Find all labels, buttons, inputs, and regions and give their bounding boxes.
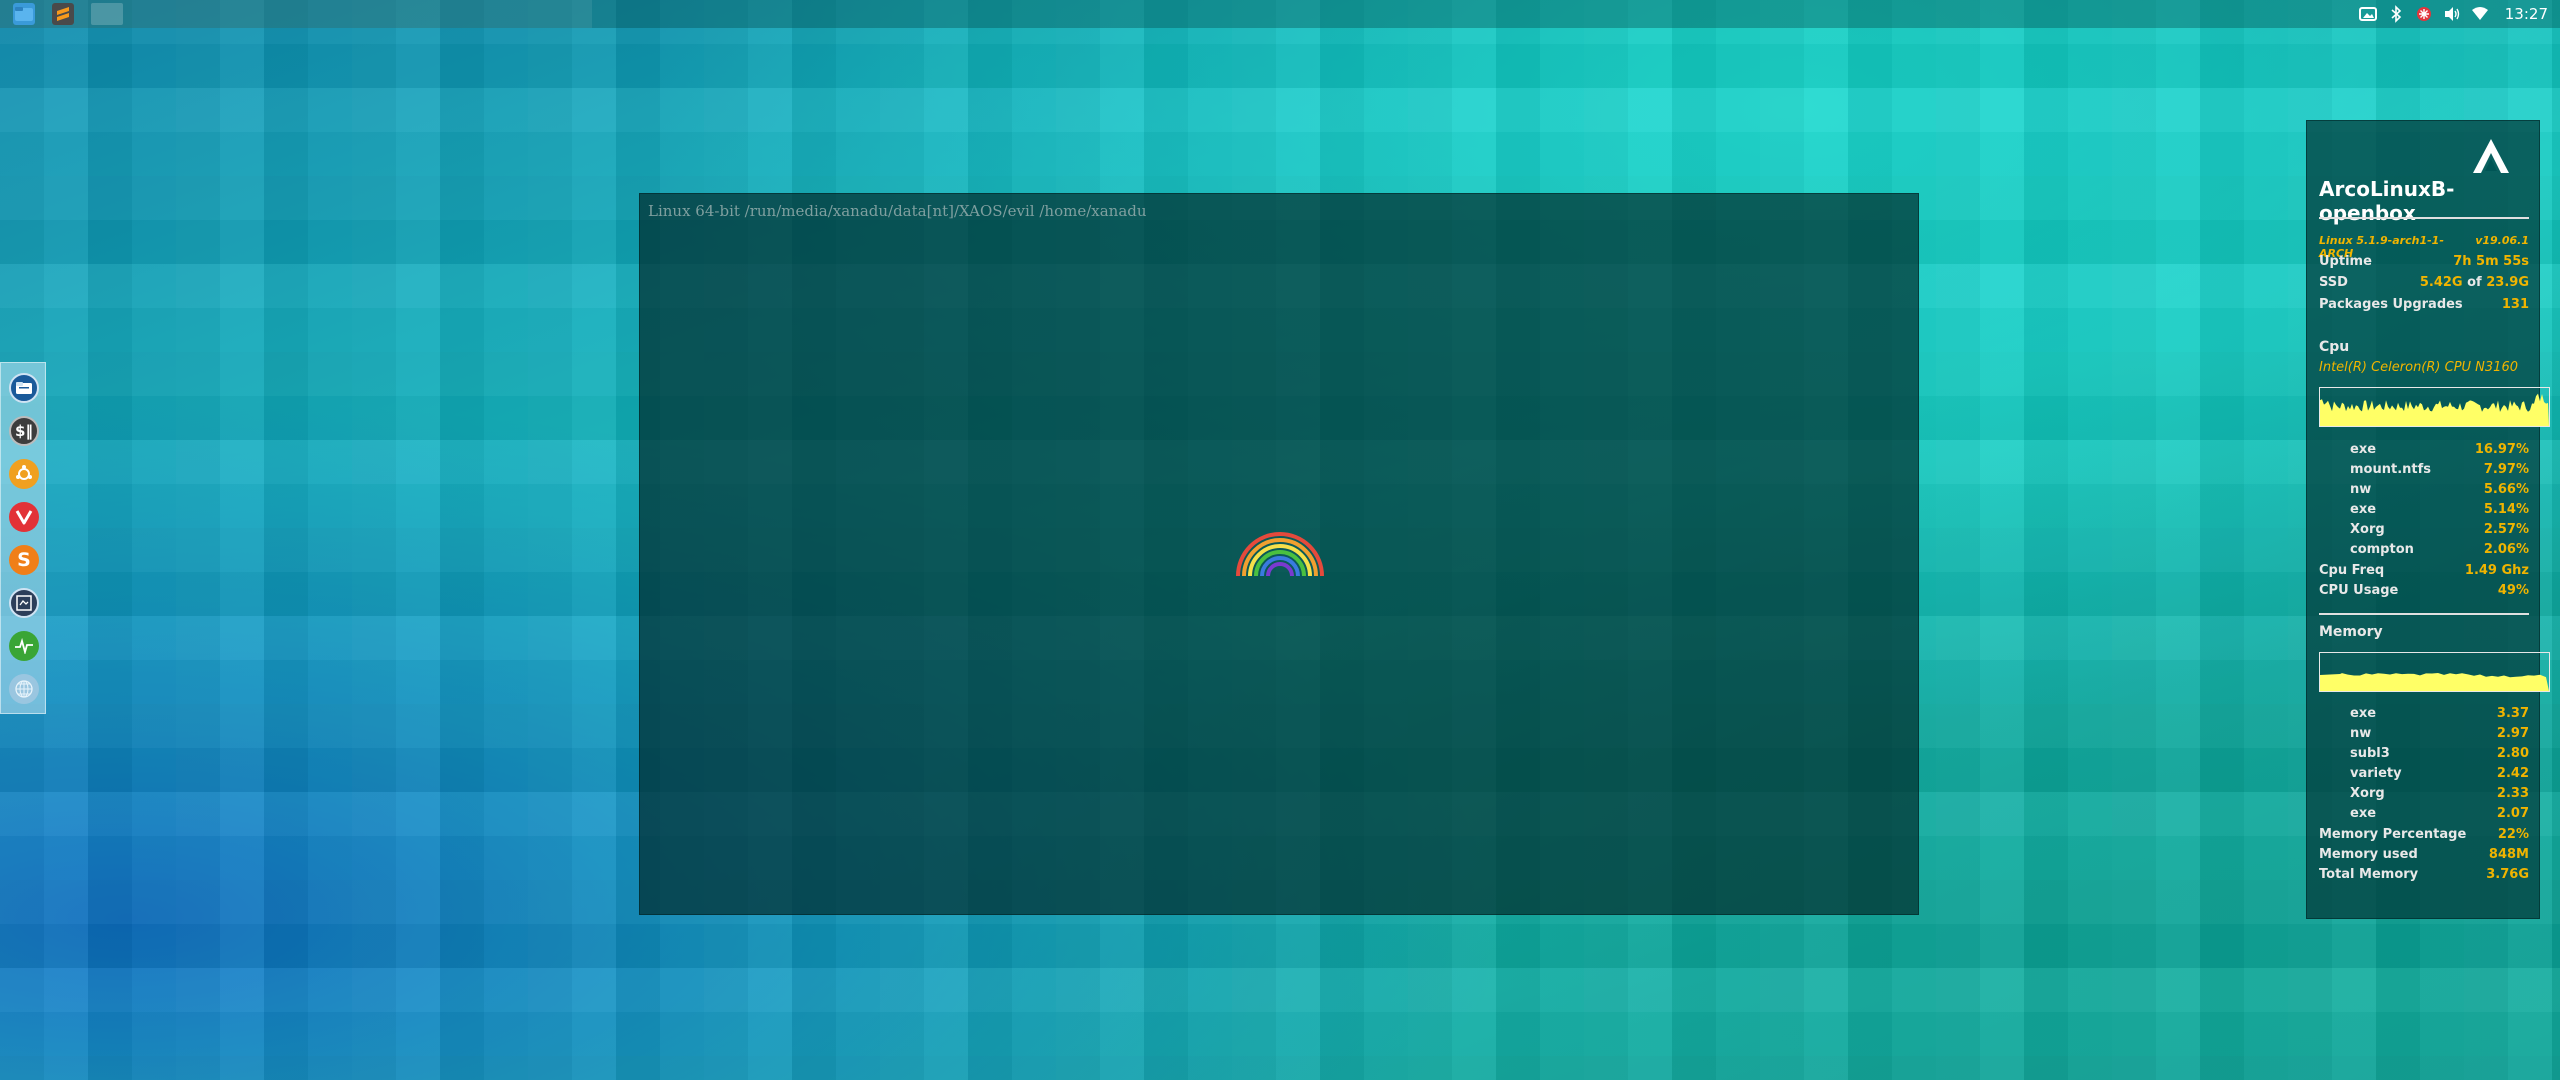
process-name: Xorg xyxy=(2350,522,2385,537)
screenshot-tool-icon[interactable] xyxy=(9,588,39,618)
clock[interactable]: 13:27 xyxy=(2505,5,2548,23)
memory-percentage-value: 22% xyxy=(2497,827,2529,842)
process-name: exe xyxy=(2350,442,2377,457)
memory-process-row: Xorg 2.33 xyxy=(2319,786,2529,801)
total-memory-row: Total Memory 3.76G xyxy=(2319,867,2529,882)
ssd-total: 23.9G xyxy=(2486,275,2529,290)
process-value: 2.07 xyxy=(2496,806,2529,821)
ssd-value: 5.42G of 23.9G xyxy=(2420,275,2529,290)
packages-row: Packages Upgrades 131 xyxy=(2319,297,2529,312)
process-name: exe xyxy=(2350,706,2377,721)
window-button[interactable] xyxy=(91,3,123,25)
system-tray: 13:27 xyxy=(2358,0,2560,28)
process-value: 5.66% xyxy=(2483,482,2529,497)
cpu-freq-value: 1.49 Ghz xyxy=(2464,563,2529,578)
memory-percentage-label: Memory Percentage xyxy=(2319,827,2467,842)
total-memory-label: Total Memory xyxy=(2319,867,2419,882)
memory-heading: Memory xyxy=(2319,624,2383,640)
window-path-text: Linux 64-bit /run/media/xanadu/data[nt]/… xyxy=(648,202,1147,220)
cpu-usage-label: CPU Usage xyxy=(2319,583,2399,598)
memory-process-row: nw 2.97 xyxy=(2319,726,2529,741)
process-value: 7.97% xyxy=(2483,462,2529,477)
taskbar-area xyxy=(0,0,592,28)
ssd-of: of xyxy=(2467,275,2482,290)
memory-used-value: 848M xyxy=(2488,847,2529,862)
uptime-value: 7h 5m 55s xyxy=(2453,254,2529,269)
sublime-text-icon[interactable] xyxy=(52,3,74,25)
cpu-name: Intel(R) Celeron(R) CPU N3160 xyxy=(2319,360,2518,375)
divider xyxy=(2319,613,2529,615)
memory-graph xyxy=(2319,652,2550,692)
process-value: 2.33 xyxy=(2496,786,2529,801)
conky-panel: ArcoLinuxB-openbox Linux 5.1.9-arch1-1-A… xyxy=(2306,120,2550,919)
ssd-row: SSD 5.42G of 23.9G xyxy=(2319,275,2529,290)
memory-percentage-row: Memory Percentage 22% xyxy=(2319,827,2529,842)
memory-process-row: exe 3.37 xyxy=(2319,706,2529,721)
memory-graph-fill xyxy=(2320,673,2549,691)
ssd-label: SSD xyxy=(2319,275,2348,290)
ubuntu-tweak-icon[interactable] xyxy=(9,459,39,489)
packages-value: 131 xyxy=(2501,297,2529,312)
process-name: subl3 xyxy=(2350,746,2390,761)
process-name: nw xyxy=(2350,726,2372,741)
cpu-process-row: mount.ntfs 7.97% xyxy=(2319,462,2529,477)
xaos-window[interactable]: Linux 64-bit /run/media/xanadu/data[nt]/… xyxy=(639,193,1919,915)
cpu-heading: Cpu xyxy=(2319,339,2350,355)
process-value: 2.06% xyxy=(2483,542,2529,557)
process-name: exe xyxy=(2350,502,2377,517)
cpu-process-row: exe 5.14% xyxy=(2319,502,2529,517)
vivaldi-icon[interactable] xyxy=(9,502,39,532)
uptime-row: Uptime 7h 5m 55s xyxy=(2319,254,2529,269)
sublime-icon[interactable]: S xyxy=(9,545,39,575)
process-name: exe xyxy=(2350,806,2377,821)
process-value: 3.37 xyxy=(2496,706,2529,721)
process-value: 2.80 xyxy=(2496,746,2529,761)
cpu-process-row: nw 5.66% xyxy=(2319,482,2529,497)
uptime-label: Uptime xyxy=(2319,254,2372,269)
memory-used-label: Memory used xyxy=(2319,847,2418,862)
wifi-icon[interactable] xyxy=(2471,5,2489,23)
cpu-usage-value: 49% xyxy=(2497,583,2529,598)
divider xyxy=(2319,217,2529,219)
process-name: Xorg xyxy=(2350,786,2385,801)
terminal-icon[interactable]: $‖ xyxy=(9,416,39,446)
process-value: 2.57% xyxy=(2483,522,2529,537)
cpu-usage-row: CPU Usage 49% xyxy=(2319,583,2529,598)
arcolinux-logo-icon xyxy=(2473,139,2509,173)
rainbow-icon xyxy=(1236,532,1324,576)
process-name: mount.ntfs xyxy=(2350,462,2432,477)
top-panel: 13:27 xyxy=(0,0,2560,28)
system-monitor-icon[interactable] xyxy=(9,631,39,661)
process-name: compton xyxy=(2350,542,2414,557)
memory-process-row: exe 2.07 xyxy=(2319,806,2529,821)
file-manager-icon[interactable] xyxy=(13,3,35,25)
memory-process-row: subl3 2.80 xyxy=(2319,746,2529,761)
process-name: variety xyxy=(2350,766,2402,781)
ssd-used: 5.42G xyxy=(2419,275,2463,290)
cpu-process-row: Xorg 2.57% xyxy=(2319,522,2529,537)
screenshot-icon[interactable] xyxy=(2358,5,2377,23)
packages-label: Packages Upgrades xyxy=(2319,297,2463,312)
process-value: 2.42 xyxy=(2496,766,2529,781)
process-value: 2.97 xyxy=(2496,726,2529,741)
cpu-process-row: compton 2.06% xyxy=(2319,542,2529,557)
volume-icon[interactable] xyxy=(2443,5,2461,23)
update-notifier-icon[interactable] xyxy=(2415,5,2433,23)
left-dock: $‖ S xyxy=(0,362,46,714)
memory-process-row: variety 2.42 xyxy=(2319,766,2529,781)
file-manager-icon[interactable] xyxy=(9,373,39,403)
cpu-graph xyxy=(2319,387,2550,427)
memory-used-row: Memory used 848M xyxy=(2319,847,2529,862)
cpu-freq-row: Cpu Freq 1.49 Ghz xyxy=(2319,563,2529,578)
total-memory-value: 3.76G xyxy=(2486,867,2529,882)
network-icon[interactable] xyxy=(9,674,39,704)
bluetooth-icon[interactable] xyxy=(2387,5,2405,23)
process-value: 5.14% xyxy=(2483,502,2529,517)
cpu-graph-fill xyxy=(2320,393,2549,426)
process-name: nw xyxy=(2350,482,2372,497)
cpu-freq-label: Cpu Freq xyxy=(2319,563,2385,578)
process-value: 16.97% xyxy=(2474,442,2529,457)
cpu-process-row: exe 16.97% xyxy=(2319,442,2529,457)
